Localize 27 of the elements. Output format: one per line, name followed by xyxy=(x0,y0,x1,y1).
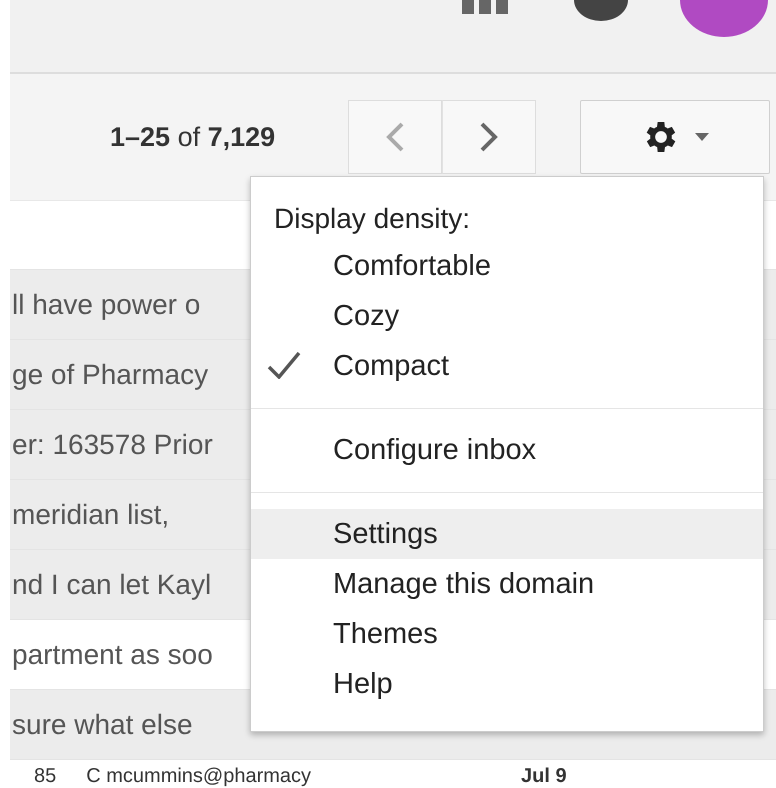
menu-item[interactable]: Configure inbox xyxy=(251,425,763,475)
email-date: Jul 9 xyxy=(521,765,567,787)
email-snippet: meridian list, xyxy=(12,498,170,530)
settings-button[interactable] xyxy=(580,100,770,174)
chevron-left-icon xyxy=(386,122,404,152)
menu-item[interactable]: Help xyxy=(251,659,763,709)
menu-item[interactable]: Manage this domain xyxy=(251,559,763,609)
email-snippet: ll have power o xyxy=(12,288,200,320)
density-option[interactable]: Cozy xyxy=(251,291,763,341)
email-snippet: partment as soo xyxy=(12,638,213,670)
pagination-count: 1–25 of 7,129 xyxy=(110,122,276,152)
avatar-icon[interactable] xyxy=(680,0,768,37)
next-page-button[interactable] xyxy=(442,100,536,174)
density-option[interactable]: Compact xyxy=(251,341,763,391)
email-sender: C mcummins@pharmacy xyxy=(86,765,312,787)
menu-item[interactable]: Settings xyxy=(251,509,763,559)
menu-heading: Display density: xyxy=(273,202,472,236)
chevron-right-icon xyxy=(480,122,498,152)
density-option[interactable]: Comfortable xyxy=(251,241,763,291)
email-snippet: nd I can let Kayl xyxy=(12,568,212,600)
email-snippet: er: 163578 Prior xyxy=(12,428,213,460)
email-snippet: ge of Pharmacy xyxy=(12,358,208,390)
message-count: 85 xyxy=(34,765,56,787)
apps-grid-icon[interactable] xyxy=(462,0,508,14)
menu-item[interactable]: Themes xyxy=(251,609,763,659)
caret-icon xyxy=(695,133,709,141)
email-snippet: sure what else xyxy=(12,708,193,740)
